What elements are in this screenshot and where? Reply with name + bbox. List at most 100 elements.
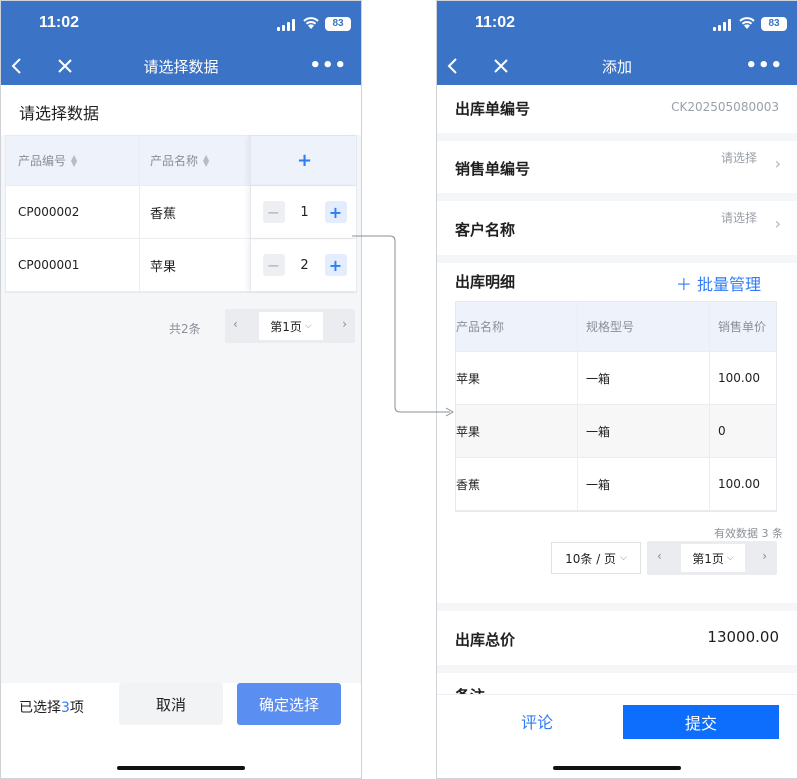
- more-icon[interactable]: •••: [745, 55, 783, 76]
- signal-icon: [277, 19, 297, 31]
- quantity-value[interactable]: 2: [285, 258, 325, 273]
- chevron-down-icon: ⌵: [726, 553, 734, 563]
- cell: 苹果: [456, 352, 578, 404]
- details-table: 产品名称 规格型号 销售单价 苹果 一箱 100.00 苹果 一箱 0 香蕉 一…: [455, 301, 777, 512]
- confirm-selection-button[interactable]: 确定选择: [237, 683, 341, 725]
- section-title: 请选择数据: [19, 104, 100, 123]
- table-header-row: 产品编号 ▲ ▼ 产品名称 ▲ ▼ +: [6, 136, 356, 186]
- form-content: 出库单编号 CK202505080003 销售单编号 请选择 › 客户名称 请选…: [437, 85, 797, 694]
- status-time: 11:02: [475, 14, 516, 31]
- cell: 100.00: [718, 477, 760, 491]
- quantity-stepper: − 1 +: [262, 201, 347, 223]
- table-row[interactable]: 香蕉 一箱 100.00: [456, 458, 776, 511]
- nav-bar: 添加 •••: [437, 47, 797, 85]
- sales-order-picker[interactable]: 请选择: [721, 149, 757, 166]
- close-icon[interactable]: [491, 56, 511, 76]
- product-name: 香蕉: [150, 206, 177, 222]
- add-all-button[interactable]: +: [250, 136, 358, 185]
- selected-count-text: 已选择3项: [19, 700, 84, 716]
- sales-order-field[interactable]: 销售单编号 请选择 ›: [437, 141, 797, 193]
- battery-icon: 83: [761, 17, 787, 31]
- cell: 一箱: [578, 352, 710, 404]
- outbound-no-field: 出库单编号 CK202505080003: [437, 85, 797, 133]
- cell: 一箱: [578, 405, 710, 457]
- product-code: CP000001: [6, 239, 140, 291]
- status-bar: 11:02 83: [1, 1, 361, 47]
- cancel-button[interactable]: 取消: [119, 683, 223, 725]
- outbound-no-value: CK202505080003: [671, 100, 779, 114]
- pagination: 共2条 ‹ 第1页 ⌵ ›: [1, 309, 361, 345]
- page-size-select[interactable]: 10条 / 页 ⌵: [551, 542, 641, 574]
- nav-title: 请选择数据: [143, 58, 219, 76]
- customer-field[interactable]: 客户名称 请选择 ›: [437, 201, 797, 255]
- pagination: 10条 / 页 ⌵ ‹ 第1页 ⌵ ›: [437, 541, 797, 577]
- field-label: 出库单编号: [455, 100, 531, 118]
- left-phone-screen: 11:02 83 请选择数据 ••• 请选择数据 产品编号 ▲ ▼ 产品名称 ▲ ▼ +…: [0, 0, 362, 779]
- remark-field[interactable]: 备注: [437, 673, 797, 694]
- product-code: CP000002: [6, 186, 140, 238]
- decrement-button[interactable]: −: [262, 201, 285, 223]
- chevron-right-icon: ›: [774, 214, 781, 233]
- page-select[interactable]: 第1页 ⌵: [681, 544, 745, 572]
- increment-button[interactable]: +: [324, 254, 347, 276]
- sort-icon: ▲ ▼: [203, 152, 210, 168]
- action-footer: 评论 提交: [437, 694, 797, 778]
- next-page-icon[interactable]: ›: [342, 317, 347, 331]
- wifi-icon: [739, 17, 755, 29]
- product-name: 苹果: [150, 259, 177, 275]
- plus-icon: +: [296, 150, 313, 171]
- page-select[interactable]: 第1页 ⌵: [259, 312, 323, 340]
- quantity-value[interactable]: 1: [285, 205, 325, 220]
- home-indicator: [117, 766, 245, 770]
- field-label: 备注: [455, 685, 485, 694]
- selection-footer: 已选择3项 取消 确定选择: [1, 683, 361, 778]
- section-header: 请选择数据: [1, 85, 361, 135]
- home-indicator: [553, 766, 681, 770]
- next-page-icon[interactable]: ›: [762, 549, 767, 563]
- more-icon[interactable]: •••: [309, 55, 347, 76]
- cell: 一箱: [578, 458, 710, 510]
- battery-icon: 83: [325, 17, 351, 31]
- cell: 香蕉: [456, 458, 578, 510]
- nav-bar: 请选择数据 •••: [1, 47, 361, 85]
- nav-title: 添加: [601, 58, 632, 76]
- decrement-button[interactable]: −: [262, 254, 285, 276]
- close-icon[interactable]: [55, 56, 75, 76]
- sort-icon: ▲ ▼: [71, 152, 78, 168]
- column-header: 规格型号: [578, 302, 710, 351]
- field-label: 销售单编号: [455, 160, 531, 178]
- back-icon[interactable]: [443, 56, 463, 76]
- chevron-right-icon: ›: [774, 154, 781, 173]
- cell: 0: [718, 424, 726, 438]
- batch-manage-button[interactable]: ＋ 批量管理: [676, 271, 761, 295]
- status-bar: 11:02 83: [437, 1, 797, 47]
- right-phone-screen: 11:02 83 添加 ••• 出库单编号 CK202505080003 销售单…: [436, 0, 797, 779]
- status-time: 11:02: [39, 14, 80, 31]
- field-label: 客户名称: [455, 221, 516, 239]
- total-price-value: 13000.00: [707, 628, 779, 646]
- back-icon[interactable]: [7, 56, 27, 76]
- comment-button[interactable]: 评论: [497, 709, 577, 733]
- table-row: CP000001 苹果 − 2 +: [6, 239, 356, 292]
- customer-picker[interactable]: 请选择: [721, 209, 757, 226]
- column-header: 产品名称: [456, 302, 578, 351]
- table-row[interactable]: 苹果 一箱 100.00: [456, 352, 776, 405]
- field-label: 出库总价: [455, 631, 516, 649]
- total-price-field: 出库总价 13000.00: [437, 611, 797, 665]
- wifi-icon: [303, 17, 319, 29]
- column-header-code[interactable]: 产品编号 ▲ ▼: [6, 136, 140, 185]
- increment-button[interactable]: +: [324, 201, 347, 223]
- section-label: 出库明细: [455, 273, 516, 291]
- signal-icon: [713, 19, 733, 31]
- table-row: CP000002 香蕉 − 1 +: [6, 186, 356, 239]
- prev-page-icon[interactable]: ‹: [233, 317, 238, 331]
- table-header-row: 产品名称 规格型号 销售单价: [456, 302, 776, 352]
- valid-count-text: 有效数据 3 条: [714, 527, 783, 540]
- table-row[interactable]: 苹果 一箱 0: [456, 405, 776, 458]
- cell: 苹果: [456, 405, 578, 457]
- prev-page-icon[interactable]: ‹: [657, 549, 662, 563]
- chevron-down-icon: ⌵: [304, 321, 312, 331]
- submit-button[interactable]: 提交: [623, 705, 779, 739]
- chevron-down-icon: ⌵: [620, 553, 627, 563]
- column-header-name[interactable]: 产品名称 ▲ ▼: [140, 136, 250, 185]
